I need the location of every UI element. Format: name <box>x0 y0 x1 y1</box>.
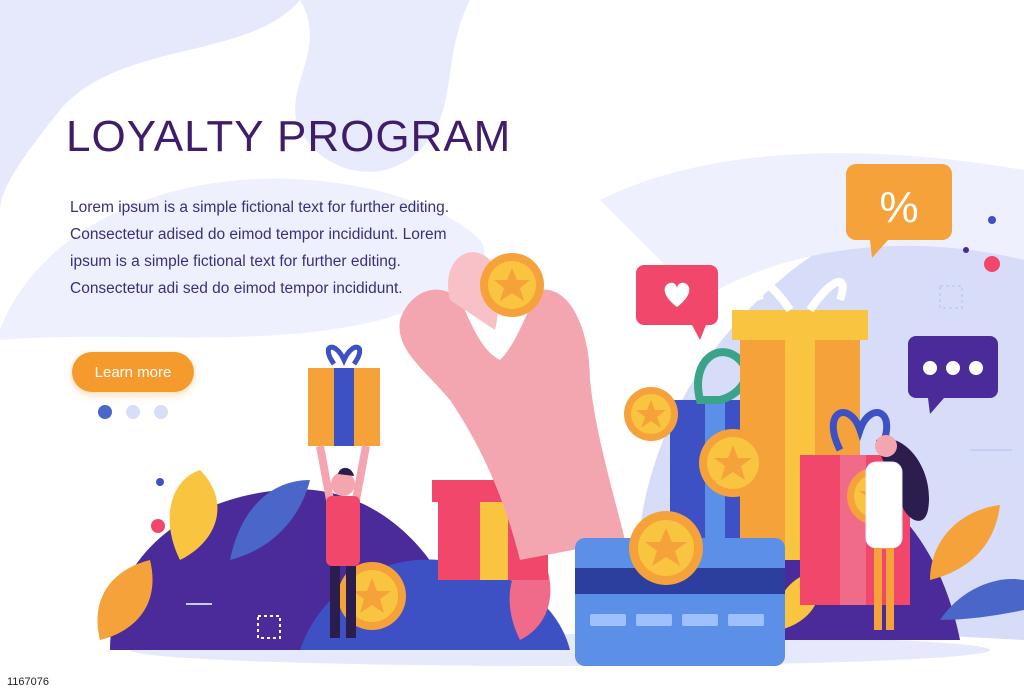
hero-illustration: % <box>0 0 1024 666</box>
carousel-pager <box>98 405 168 419</box>
pager-dot-3[interactable] <box>154 405 168 419</box>
decor-dot <box>988 216 996 224</box>
pager-dot-1[interactable] <box>98 405 112 419</box>
hand <box>399 289 625 560</box>
page-title: LOYALTY PROGRAM <box>66 112 512 161</box>
percent-badge-text: % <box>879 183 918 232</box>
hero-description: Lorem ipsum is a simple fictional text f… <box>70 199 450 297</box>
decor-dot <box>151 519 165 533</box>
learn-more-button[interactable]: Learn more <box>72 352 194 392</box>
star-coin-icon <box>629 511 703 585</box>
star-coin-icon <box>699 429 767 497</box>
decor-dot <box>963 247 969 253</box>
background-blob-left <box>0 0 300 210</box>
image-id: 1167076 <box>4 676 53 688</box>
star-coin-icon <box>480 253 544 317</box>
decor-dot <box>984 256 1000 272</box>
pager-dot-2[interactable] <box>126 405 140 419</box>
star-coin-icon <box>624 387 678 441</box>
heart-icon <box>636 265 718 340</box>
decor-dot <box>156 478 164 486</box>
